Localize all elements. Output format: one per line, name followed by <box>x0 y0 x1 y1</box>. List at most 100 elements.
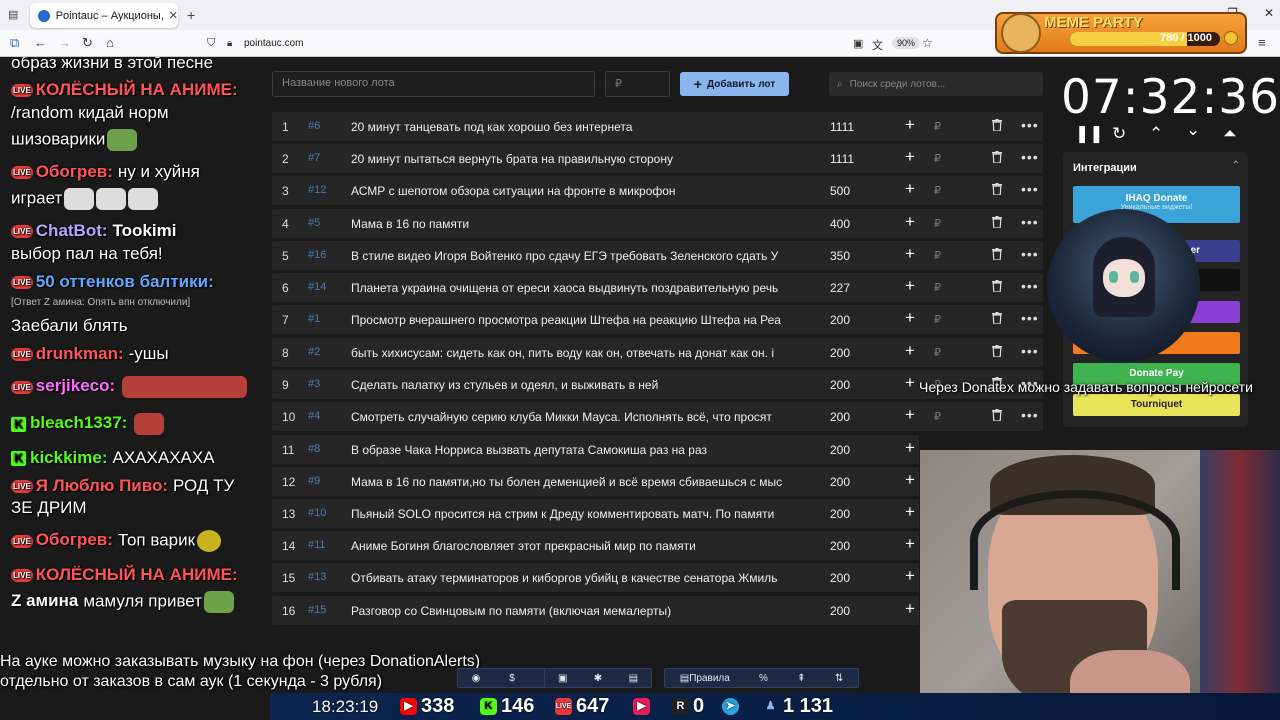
lot-row[interactable]: 3 #12 АСМР с шепотом обзора ситуации на фр… <box>272 176 1043 205</box>
lot-row[interactable]: 1 #6 20 минут танцевать под как хорошо без… <box>272 112 1043 141</box>
lot-price-input[interactable]: ₽ <box>605 71 670 97</box>
lot-name[interactable]: Планета украина очищена от ереси хаоса в… <box>351 281 801 295</box>
more-options-icon[interactable]: ••• <box>1021 278 1039 294</box>
lot-name[interactable]: Пьяный SOLO просится на стрим к Дреду ко… <box>351 507 801 521</box>
trash-icon[interactable] <box>992 409 1002 421</box>
double-up-icon[interactable]: ⏶ <box>1223 124 1237 144</box>
ruble-icon[interactable]: ₽ <box>934 120 941 133</box>
collapse-icon[interactable]: ⌃ <box>1232 160 1240 171</box>
lot-amount[interactable]: 200 <box>830 604 870 618</box>
lot-name[interactable]: В стиле видео Игоря Войтенко про сдачу Е… <box>351 249 801 263</box>
trash-icon[interactable] <box>992 280 1002 292</box>
ruble-icon[interactable]: ₽ <box>934 184 941 197</box>
reload-icon[interactable]: ↻ <box>82 35 93 51</box>
close-window-icon[interactable]: ✕ <box>1264 6 1274 20</box>
lot-name[interactable]: Просмотр вчерашнего просмотра реакции Шт… <box>351 313 801 327</box>
lot-amount[interactable]: 500 <box>830 184 870 198</box>
url-bar[interactable]: pointauc.com <box>244 38 303 49</box>
lot-row[interactable]: 13 #10 Пьяный SOLO просится на стрим к Дре… <box>272 499 919 528</box>
lot-name[interactable]: быть хихисусам: сидеть как он, пить воду… <box>351 346 801 360</box>
zoom-level[interactable]: 90% <box>892 37 921 49</box>
increase-icon[interactable]: ⌃ <box>1149 124 1163 144</box>
translate-icon[interactable]: 文 <box>872 37 883 53</box>
lot-amount[interactable]: 400 <box>830 217 870 231</box>
more-options-icon[interactable]: ••• <box>1021 407 1039 423</box>
lot-amount[interactable]: 200 <box>830 313 870 327</box>
more-options-icon[interactable]: ••• <box>1021 149 1039 165</box>
lot-amount[interactable]: 200 <box>830 571 870 585</box>
save-icon[interactable]: ▣ <box>545 673 580 684</box>
lot-name[interactable]: 20 минут пытаться вернуть брата на прави… <box>351 152 801 166</box>
add-amount-icon[interactable]: + <box>905 599 915 619</box>
lot-name[interactable]: АСМР с шепотом обзора ситуации на фронте… <box>351 184 801 198</box>
lot-row[interactable]: 7 #1 Просмотр вчерашнего просмотра реакции… <box>272 305 1043 334</box>
lot-amount[interactable]: 200 <box>830 539 870 553</box>
ruble-icon[interactable]: ₽ <box>934 152 941 165</box>
trash-icon[interactable] <box>992 312 1002 324</box>
reset-icon[interactable]: ↻ <box>1112 124 1126 144</box>
ruble-icon[interactable]: ₽ <box>934 281 941 294</box>
add-amount-icon[interactable]: + <box>905 405 915 425</box>
close-tab-icon[interactable]: ✕ <box>169 9 178 22</box>
more-options-icon[interactable]: ••• <box>1021 181 1039 197</box>
lot-row[interactable]: 10 #4 Смотреть случайную серию клуба Микки… <box>272 402 1043 431</box>
dollar-icon[interactable]: $ <box>494 673 530 684</box>
more-options-icon[interactable]: ••• <box>1021 246 1039 262</box>
lot-amount[interactable]: 1111 <box>830 152 870 166</box>
add-amount-icon[interactable]: + <box>905 438 915 458</box>
add-amount-icon[interactable]: + <box>905 276 915 296</box>
lot-amount[interactable]: 200 <box>830 443 870 457</box>
trash-icon[interactable] <box>992 183 1002 195</box>
shield-icon[interactable]: ⛉ <box>207 37 215 50</box>
lot-amount[interactable]: 1111 <box>830 120 870 134</box>
trash-icon[interactable] <box>992 119 1002 131</box>
add-amount-icon[interactable]: + <box>905 147 915 167</box>
browser-tab[interactable]: Pointauc – Аукционы, лотереи ✕ <box>30 3 178 28</box>
more-options-icon[interactable]: ••• <box>1021 310 1039 326</box>
percent-button[interactable]: % <box>745 673 783 684</box>
add-amount-icon[interactable]: + <box>905 115 915 135</box>
lot-row[interactable]: 2 #7 20 минут пытаться вернуть брата на пр… <box>272 144 1043 173</box>
more-options-icon[interactable]: ••• <box>1021 117 1039 133</box>
sidebar-icon[interactable]: ⧉ <box>10 35 19 51</box>
lot-name[interactable]: Аниме Богиня благословляет этот прекрасн… <box>351 539 801 553</box>
lot-name[interactable]: Отбивать атаку терминаторов и киборгов у… <box>351 571 801 585</box>
add-amount-icon[interactable]: + <box>905 341 915 361</box>
new-tab-icon[interactable]: + <box>187 7 195 23</box>
trash-icon[interactable] <box>992 345 1002 357</box>
add-amount-icon[interactable]: + <box>905 244 915 264</box>
lot-amount[interactable]: 200 <box>830 346 870 360</box>
menu-icon[interactable]: ≡ <box>1258 35 1266 50</box>
lot-amount[interactable]: 200 <box>830 378 870 392</box>
more-options-icon[interactable]: ••• <box>1021 214 1039 230</box>
lot-name[interactable]: Смотреть случайную серию клуба Микки Мау… <box>351 410 801 424</box>
split-icon[interactable]: ⇞ <box>782 673 820 684</box>
more-options-icon[interactable]: ••• <box>1021 343 1039 359</box>
add-amount-icon[interactable]: + <box>905 502 915 522</box>
add-amount-icon[interactable]: + <box>905 308 915 328</box>
lot-name-input[interactable]: Название нового лота <box>272 71 595 97</box>
bookmark-star-icon[interactable]: ☆ <box>922 36 933 50</box>
lot-row[interactable]: 6 #14 Планета украина очищена от ереси хао… <box>272 273 1043 302</box>
lot-row[interactable]: 8 #2 быть хихисусам: сидеть как он, пить в… <box>272 338 1043 367</box>
trash-icon[interactable] <box>992 216 1002 228</box>
lot-name[interactable]: Сделать палатку из стульев и одеял, и вы… <box>351 378 801 392</box>
lot-row[interactable]: 15 #13 Отбивать атаку терминаторов и кибор… <box>272 563 919 592</box>
rules-button[interactable]: ▤ Правила <box>665 673 745 684</box>
lot-name[interactable]: Разговор со Свинцовым по памяти (включая… <box>351 604 801 618</box>
add-lot-button[interactable]: + Добавить лот <box>680 72 789 96</box>
lot-search-input[interactable]: ⌕ Поиск среди лотов... <box>829 72 1043 96</box>
lot-name[interactable]: Мама в 16 по памяти <box>351 217 801 231</box>
lot-amount[interactable]: 227 <box>830 281 870 295</box>
github-icon[interactable]: ◉ <box>458 673 494 684</box>
reader-icon[interactable]: ▣ <box>853 37 863 50</box>
ruble-icon[interactable]: ₽ <box>934 217 941 230</box>
trash-icon[interactable] <box>992 248 1002 260</box>
add-amount-icon[interactable]: + <box>905 212 915 232</box>
bug-icon[interactable]: ✱ <box>580 673 615 684</box>
tourniquet-button[interactable]: Tourniquet <box>1073 394 1240 416</box>
lot-amount[interactable]: 200 <box>830 507 870 521</box>
add-amount-icon[interactable]: + <box>905 566 915 586</box>
sort-icon[interactable]: ⇅ <box>820 673 858 684</box>
pause-icon[interactable]: ❚❚ <box>1075 124 1104 144</box>
